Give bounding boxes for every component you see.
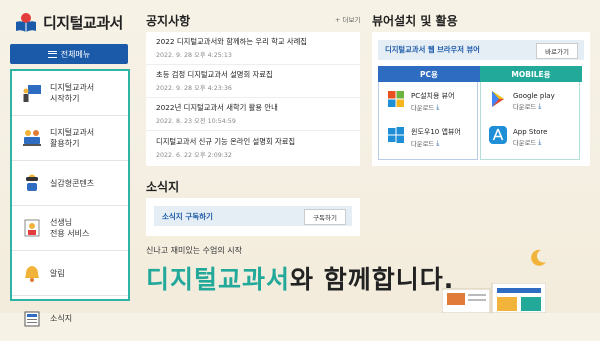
- logo-title: 디지털교과서: [43, 13, 123, 32]
- people-laptop-icon: [22, 128, 42, 148]
- notice-title: 2022년 디지털교과서 새학기 활용 안내: [156, 103, 278, 112]
- google-play-icon: [489, 90, 507, 112]
- pc-viewer-download[interactable]: PC설치용 뷰어 다운로드 ⤓: [387, 90, 455, 112]
- teacher-service-icon: [22, 218, 42, 238]
- notice-date: 2022. 9. 28 오후 4:23:36: [156, 85, 232, 92]
- newsletter-subscribe-label: 소식지 구독하기: [162, 211, 213, 221]
- list-item[interactable]: 디지털교과서 신규 기능 온라인 설명회 자료집 2022. 6. 22 오후 …: [146, 131, 360, 164]
- download-arrow-icon: ⤓: [538, 101, 542, 110]
- newsletter-panel: 소식지 구독하기 구독하기: [146, 198, 360, 236]
- notice-date: 2022. 6. 22 오후 2:09:32: [156, 151, 232, 159]
- windows-10-icon: [387, 126, 405, 148]
- sidebar-item-teacher[interactable]: 선생님 전용 서비스: [12, 206, 128, 251]
- web-viewer-go-button[interactable]: 바로가기: [536, 43, 578, 59]
- sidebar-item-label: 실감형콘텐츠: [50, 178, 95, 188]
- moon-icon: [528, 248, 548, 268]
- sidebar-item-label: 선생님 전용 서비스: [50, 218, 90, 238]
- install-heading: 뷰어설치 및 활용: [372, 14, 458, 28]
- sidebar-item-use[interactable]: 디지털교과서 활용하기: [12, 116, 128, 161]
- subscribe-button[interactable]: 구독하기: [304, 209, 346, 225]
- notice-title: 초등 검정 디지털교과서 설명회 자료집: [156, 70, 273, 79]
- tab-pc[interactable]: PC용: [378, 66, 480, 82]
- newsletter-subscribe-row: 소식지 구독하기 구독하기: [154, 206, 352, 226]
- slogan-highlight: 디지털교과서: [146, 265, 291, 294]
- sidebar: 디지털교과서 시작하기 디지털교과서 활용하기 실감형콘텐츠 선생님 전용 서비…: [10, 69, 130, 326]
- book-logo-icon: [14, 11, 38, 33]
- teacher-board-icon: [22, 83, 42, 103]
- sidebar-item-alerts[interactable]: 알림: [12, 251, 128, 296]
- download-label: 다운로드: [411, 140, 435, 148]
- newspaper-icon: [22, 309, 42, 329]
- book-illustration: [441, 282, 547, 314]
- download-label: 다운로드: [513, 103, 537, 111]
- download-arrow-icon: ⤓: [436, 138, 440, 147]
- sidebar-item-newsletter[interactable]: 소식지: [12, 296, 128, 341]
- install-panel: 디지털교과서 웹 브라우저 뷰어 바로가기 PC용 MOBILE용 PC설치용 …: [372, 32, 590, 166]
- win10-app-name: 윈도우10 앱뷰어: [411, 127, 461, 136]
- sidebar-item-start[interactable]: 디지털교과서 시작하기: [12, 71, 128, 116]
- web-viewer-row: 디지털교과서 웹 브라우저 뷰어 바로가기: [378, 40, 584, 60]
- notices-heading: 공지사항: [146, 14, 191, 28]
- windows-xp-icon: [387, 90, 405, 112]
- sidebar-item-immersive[interactable]: 실감형콘텐츠: [12, 161, 128, 206]
- google-play-download[interactable]: Google play 다운로드 ⤓: [489, 90, 555, 112]
- google-play-name: Google play: [513, 91, 555, 100]
- download-arrow-icon: ⤓: [538, 137, 542, 146]
- all-menu-button[interactable]: 전체메뉴: [10, 44, 128, 64]
- slogan-rest: 와 함께합니다.: [290, 265, 455, 294]
- notice-date: 2022. 9. 28 오후 4:25:13: [156, 52, 232, 59]
- sidebar-item-label: 디지털교과서 시작하기: [50, 83, 95, 103]
- tab-mobile[interactable]: MOBILE용: [480, 66, 582, 82]
- vr-headset-icon: [22, 173, 42, 193]
- pc-viewer-name: PC설치용 뷰어: [411, 91, 455, 100]
- app-store-download[interactable]: App Store 다운로드 ⤓: [489, 126, 547, 148]
- hamburger-icon: [47, 50, 57, 58]
- mobile-downloads: Google play 다운로드 ⤓ App Store 다운로드 ⤓: [480, 82, 580, 160]
- download-label: 다운로드: [513, 139, 537, 147]
- notices-more-link[interactable]: + 더보기: [335, 14, 360, 24]
- app-store-name: App Store: [513, 127, 548, 136]
- win10-app-download[interactable]: 윈도우10 앱뷰어 다운로드 ⤓: [387, 126, 461, 148]
- banner-tagline: 신나고 재미있는 수업의 시작: [146, 246, 242, 255]
- notice-title: 2022 디지털교과서와 함께하는 우리 학교 사례집: [156, 37, 308, 46]
- list-item[interactable]: 2022 디지털교과서와 함께하는 우리 학교 사례집 2022. 9. 28 …: [146, 32, 360, 65]
- app-store-icon: [489, 126, 507, 148]
- list-item[interactable]: 2022년 디지털교과서 새학기 활용 안내 2022. 8. 23 오전 10…: [146, 98, 360, 131]
- download-arrow-icon: ⤓: [436, 102, 440, 111]
- all-menu-label: 전체메뉴: [60, 49, 91, 59]
- sidebar-item-label: 디지털교과서 활용하기: [50, 128, 95, 148]
- notice-date: 2022. 8. 23 오전 10:54:59: [156, 118, 236, 125]
- web-viewer-label: 디지털교과서 웹 브라우저 뷰어: [385, 45, 480, 54]
- site-logo[interactable]: 디지털교과서: [14, 8, 123, 36]
- download-label: 다운로드: [411, 104, 435, 112]
- sidebar-item-label: 소식지: [50, 314, 73, 323]
- notices-list: 2022 디지털교과서와 함께하는 우리 학교 사례집 2022. 9. 28 …: [146, 32, 360, 166]
- pc-downloads: PC설치용 뷰어 다운로드 ⤓ 윈도우10 앱뷰어 다운로드 ⤓: [378, 82, 478, 160]
- newsletter-heading: 소식지: [146, 180, 180, 194]
- sidebar-item-label: 알림: [50, 268, 65, 278]
- list-item[interactable]: 초등 검정 디지털교과서 설명회 자료집 2022. 9. 28 오후 4:23…: [146, 65, 360, 98]
- bell-icon: [22, 263, 42, 283]
- notice-title: 디지털교과서 신규 기능 온라인 설명회 자료집: [156, 136, 296, 146]
- banner-slogan: 디지털교과서와 함께합니다.: [146, 260, 454, 296]
